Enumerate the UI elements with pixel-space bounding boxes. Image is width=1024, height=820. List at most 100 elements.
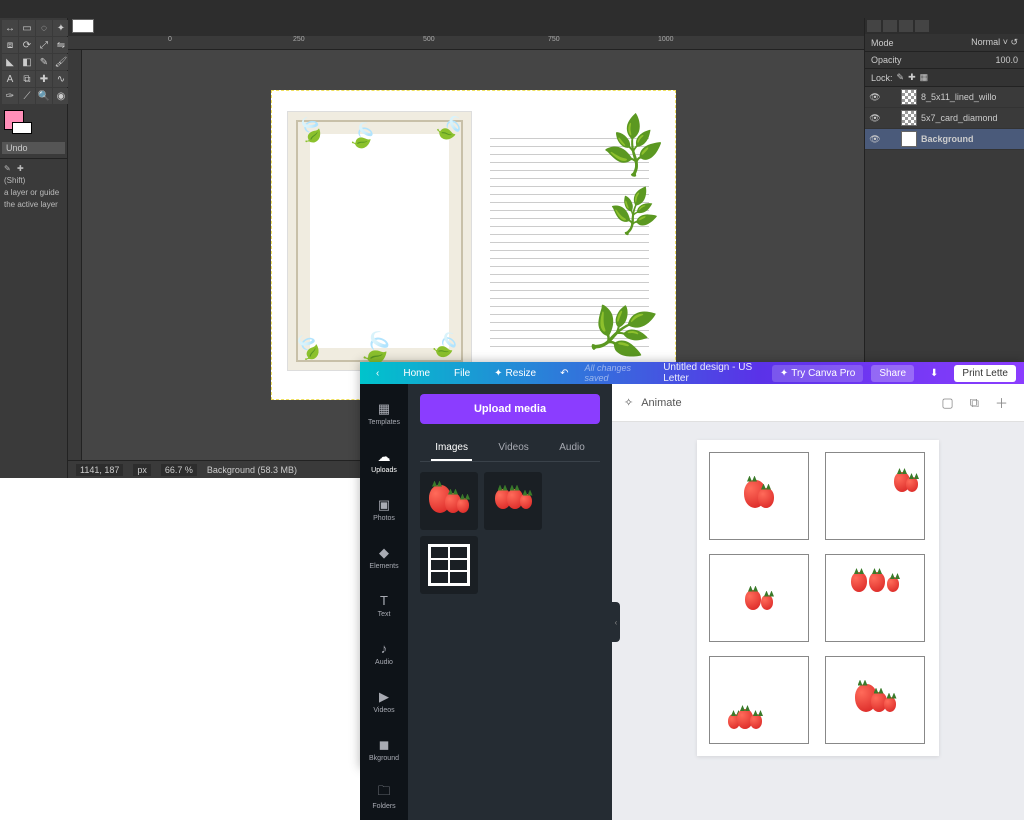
color-swatches[interactable]	[0, 106, 67, 138]
grid-cell[interactable]	[825, 656, 925, 744]
design-page[interactable]	[697, 440, 939, 756]
grid-cell[interactable]	[709, 656, 809, 744]
visibility-icon[interactable]: 👁	[869, 112, 881, 124]
duplicate-page-icon[interactable]: ⧉	[966, 391, 983, 415]
file-menu[interactable]: File	[446, 365, 478, 382]
rail-item-templates[interactable]: ▦Templates	[360, 390, 408, 436]
layer-item[interactable]: 👁 8_5x11_lined_willo	[865, 87, 1024, 108]
rail-item-bkground[interactable]: ◼Bkground	[360, 726, 408, 772]
grid-cell[interactable]	[709, 554, 809, 642]
lock-position-icon[interactable]: ✚	[908, 72, 916, 83]
dock-tab[interactable]	[915, 20, 929, 32]
undo-icon[interactable]: ↶	[552, 365, 576, 382]
add-page-icon[interactable]: ＋	[991, 389, 1012, 416]
visibility-icon[interactable]: 👁	[869, 91, 881, 103]
try-pro-button[interactable]: ✦ Try Canva Pro	[772, 365, 863, 382]
panel-collapse-handle[interactable]: ‹	[612, 602, 620, 642]
canvas-viewport[interactable]	[612, 422, 1024, 820]
tool-gradient[interactable]: ◧	[19, 54, 35, 70]
lined-paper-design[interactable]: 🌿 🌿 🌿	[482, 111, 657, 371]
back-button[interactable]: ‹	[368, 365, 387, 382]
layer-mode-row[interactable]: Mode Normal ˅ ↺	[865, 34, 1024, 52]
artboard[interactable]: 🍃 🍃 🍃 🍃 🍃 🍃 🌿 🌿 🌿	[271, 90, 676, 400]
rail-item-uploads[interactable]: ☁Uploads	[360, 438, 408, 484]
tool-crop[interactable]: ⧈	[2, 37, 18, 53]
share-button[interactable]: Share	[871, 365, 914, 382]
status-zoom[interactable]: 66.7 %	[161, 464, 197, 476]
rail-item-audio[interactable]: ♪Audio	[360, 630, 408, 676]
legend-icon-2[interactable]: ✚	[17, 164, 24, 173]
visibility-icon[interactable]: 👁	[869, 133, 881, 145]
animate-icon[interactable]: ✧	[624, 396, 633, 409]
gimp-menubar[interactable]	[0, 0, 1024, 18]
panel-tab-audio[interactable]: Audio	[555, 436, 589, 461]
dock-tab[interactable]	[899, 20, 913, 32]
layer-item[interactable]: 👁 Background	[865, 129, 1024, 150]
tool-rotate[interactable]: ⟳	[19, 37, 35, 53]
tool-fuzzy-select[interactable]: ✦	[53, 20, 69, 36]
rail-item-videos[interactable]: ▶Videos	[360, 678, 408, 724]
tool-free-select[interactable]: ◌	[36, 20, 52, 36]
lock-alpha-icon[interactable]: ▦	[920, 72, 929, 83]
tool-pencil[interactable]: ✎	[36, 54, 52, 70]
grid-cell[interactable]	[709, 452, 809, 540]
tool-color-picker[interactable]: ◉	[53, 88, 69, 104]
link-icon[interactable]	[885, 112, 897, 124]
upload-item[interactable]	[420, 472, 478, 530]
upload-item[interactable]	[420, 536, 478, 594]
tool-flip[interactable]: ⇋	[53, 37, 69, 53]
rail-item-text[interactable]: TText	[360, 582, 408, 628]
home-button[interactable]: Home	[395, 365, 438, 382]
tool-zoom[interactable]: 🔍	[36, 88, 52, 104]
design-title[interactable]: Untitled design - US Letter	[663, 362, 764, 384]
bg-color[interactable]	[12, 122, 32, 134]
ruler-vertical[interactable]	[68, 50, 82, 460]
tool-path[interactable]: ✑	[2, 88, 18, 104]
layer-opacity-row[interactable]: Opacity 100.0	[865, 52, 1024, 69]
status-unit[interactable]: px	[133, 464, 151, 476]
tool-measure[interactable]: ⟋	[19, 88, 35, 104]
tool-text[interactable]: A	[2, 71, 18, 87]
upload-item[interactable]	[484, 472, 542, 530]
tool-heal[interactable]: ✚	[36, 71, 52, 87]
tool-scale[interactable]: ⤢	[36, 37, 52, 53]
upload-media-button[interactable]: Upload media	[420, 394, 600, 424]
opacity-value[interactable]: 100.0	[995, 55, 1018, 65]
grid-cell[interactable]	[825, 452, 925, 540]
doc-thumb[interactable]	[72, 19, 94, 33]
layer-thumb[interactable]	[901, 131, 917, 147]
dock-tab[interactable]	[867, 20, 881, 32]
resize-button[interactable]: ✦ Resize	[486, 365, 544, 382]
lock-pixel-icon[interactable]: ✎	[897, 72, 905, 83]
rail-item-elements[interactable]: ◆Elements	[360, 534, 408, 580]
card-design[interactable]: 🍃 🍃 🍃 🍃 🍃 🍃	[287, 111, 472, 371]
tool-clone[interactable]: ⧉	[19, 71, 35, 87]
layer-thumb[interactable]	[901, 110, 917, 126]
tool-rect-select[interactable]: ▭	[19, 20, 35, 36]
ruler-horizontal[interactable]: 0 250 500 750 1000	[68, 36, 864, 50]
layer-lock-row[interactable]: Lock: ✎ ✚ ▦	[865, 69, 1024, 87]
dock-tab[interactable]	[883, 20, 897, 32]
tool-move[interactable]: ↔	[2, 20, 18, 36]
rail-item-folders[interactable]: 🗀Folders	[360, 774, 408, 820]
animate-button[interactable]: Animate	[641, 397, 681, 409]
legend-icon[interactable]: ✎	[4, 164, 11, 173]
grid-cell[interactable]	[825, 554, 925, 642]
print-button[interactable]: Print Lette	[954, 365, 1016, 382]
tool-smudge[interactable]: ∿	[53, 71, 69, 87]
link-icon[interactable]	[885, 133, 897, 145]
tool-bucket[interactable]: ◣	[2, 54, 18, 70]
tool-brush[interactable]: 🖌	[53, 54, 69, 70]
download-button[interactable]: ⬇	[922, 365, 946, 382]
link-icon[interactable]	[885, 91, 897, 103]
layer-item[interactable]: 👁 5x7_card_diamond	[865, 108, 1024, 129]
notes-icon[interactable]: ▢	[937, 391, 957, 415]
document-tabs[interactable]	[68, 18, 864, 36]
dock-tabs[interactable]	[865, 18, 1024, 34]
layer-thumb[interactable]	[901, 89, 917, 105]
panel-tab-videos[interactable]: Videos	[494, 436, 532, 461]
undo-button[interactable]: Undo	[2, 142, 65, 154]
mode-value[interactable]: Normal	[971, 37, 1000, 47]
panel-tab-images[interactable]: Images	[431, 436, 472, 461]
rail-item-photos[interactable]: ▣Photos	[360, 486, 408, 532]
